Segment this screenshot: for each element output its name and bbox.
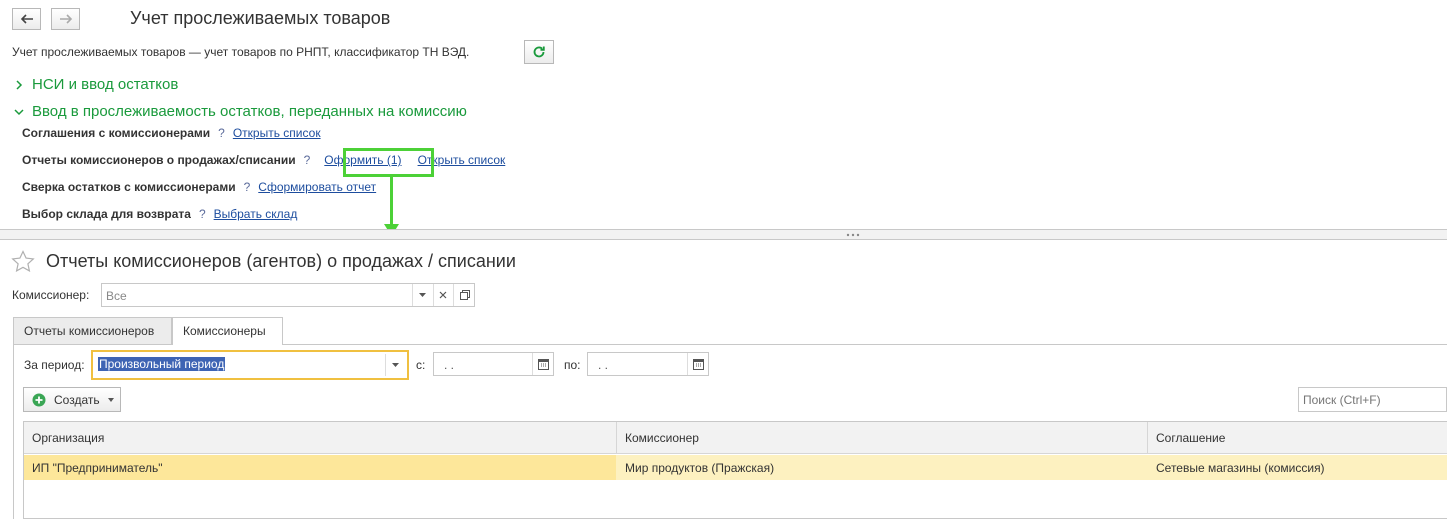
divider (385, 354, 386, 376)
divider (433, 284, 434, 306)
back-button[interactable] (12, 8, 41, 30)
chevron-down-icon (14, 108, 24, 115)
commissioner-field: Все (101, 283, 475, 307)
page-title: Учет прослеживаемых товаров (130, 8, 391, 28)
help-icon[interactable]: ? (244, 180, 251, 194)
group-commission-title: Ввод в прослеживаемость остатков, переда… (32, 103, 467, 120)
tab-active-cover (173, 343, 282, 345)
row-reconciliation: Сверка остатков с комиссионерами ? Сформ… (22, 180, 376, 194)
row-warehouse-clip: Выбор склада для возврата ? Выбрать скла… (0, 203, 1447, 228)
from-label: с: (416, 358, 426, 372)
period-value[interactable]: Произвольный период (98, 357, 226, 371)
row-agreements: Соглашения с комиссионерами ? Открыть сп… (22, 126, 321, 140)
period-label: За период: (24, 358, 85, 372)
cell-agreement: Сетевые магазины (комиссия) (1156, 461, 1325, 475)
tab-commissioners[interactable]: Комиссионеры (172, 317, 283, 345)
to-date-input[interactable]: . . (598, 358, 608, 372)
open-list-link[interactable]: Открыть список (233, 126, 321, 140)
help-icon[interactable]: ? (218, 126, 225, 140)
table: Организация Комиссионер Соглашение ИП "П… (23, 421, 1447, 519)
chevron-right-icon (16, 79, 23, 90)
commissioner-input[interactable]: Все (106, 289, 127, 303)
calendar-icon[interactable] (538, 358, 549, 370)
refresh-icon (533, 46, 545, 58)
grip-icon (846, 233, 860, 237)
row-label: Сверка остатков с комиссионерами (22, 180, 236, 194)
help-icon[interactable]: ? (304, 153, 311, 167)
from-date-field[interactable]: . . (433, 352, 554, 376)
to-date-field[interactable]: . . (587, 352, 709, 376)
table-row[interactable]: ИП "Предприниматель" Мир продуктов (Праж… (24, 455, 1447, 480)
period-field[interactable]: Произвольный период (91, 350, 409, 380)
help-icon[interactable]: ? (199, 207, 206, 221)
divider (1147, 422, 1148, 454)
row-label: Выбор склада для возврата (22, 207, 191, 221)
star-icon[interactable] (11, 250, 35, 272)
plus-circle-icon (32, 393, 46, 406)
cell-organization: ИП "Предприниматель" (32, 461, 163, 475)
generate-report-link[interactable]: Сформировать отчет (258, 180, 376, 194)
commissioner-label: Комиссионер: (12, 288, 90, 302)
highlight-arrow-line (390, 177, 393, 227)
divider (453, 284, 454, 306)
table-header: Организация Комиссионер Соглашение (24, 422, 1447, 454)
divider (412, 284, 413, 306)
create-button-label: Создать (54, 392, 100, 407)
group-nsi[interactable]: НСИ и ввод остатков (14, 76, 178, 93)
clear-icon[interactable] (439, 291, 447, 299)
create-button[interactable]: Создать (23, 387, 121, 412)
forward-button[interactable] (51, 8, 80, 30)
from-date-input[interactable]: . . (444, 358, 454, 372)
select-warehouse-link[interactable]: Выбрать склад (214, 207, 298, 221)
column-header-commissioner[interactable]: Комиссионер (625, 431, 699, 445)
highlight-box (343, 148, 434, 177)
dropdown-icon (107, 397, 114, 402)
arrow-right-icon (59, 14, 72, 24)
row-label: Отчеты комиссионеров о продажах/списании (22, 153, 296, 167)
description-text: Учет прослеживаемых товаров — учет товар… (12, 45, 470, 59)
calendar-icon[interactable] (693, 358, 704, 370)
refresh-button[interactable] (524, 40, 554, 64)
divider (532, 353, 533, 375)
arrow-left-icon (20, 14, 33, 24)
dropdown-icon[interactable] (392, 363, 399, 368)
row-warehouse: Выбор склада для возврата ? Выбрать скла… (22, 207, 297, 221)
divider (616, 422, 617, 454)
to-label: по: (564, 358, 581, 372)
column-header-organization[interactable]: Организация (32, 431, 104, 445)
splitter[interactable] (0, 229, 1447, 240)
group-commission[interactable]: Ввод в прослеживаемость остатков, переда… (14, 103, 467, 120)
row-label: Соглашения с комиссионерами (22, 126, 211, 140)
tab-reports[interactable]: Отчеты комиссионеров (13, 317, 172, 344)
open-form-icon[interactable] (459, 289, 471, 301)
column-header-agreement[interactable]: Соглашение (1156, 431, 1225, 445)
cell-commissioner: Мир продуктов (Пражская) (625, 461, 775, 475)
search-input[interactable] (1298, 387, 1447, 412)
dropdown-icon[interactable] (419, 293, 426, 298)
group-nsi-title: НСИ и ввод остатков (32, 76, 179, 93)
form-title: Отчеты комиссионеров (агентов) о продажа… (46, 251, 516, 271)
divider (687, 353, 688, 375)
